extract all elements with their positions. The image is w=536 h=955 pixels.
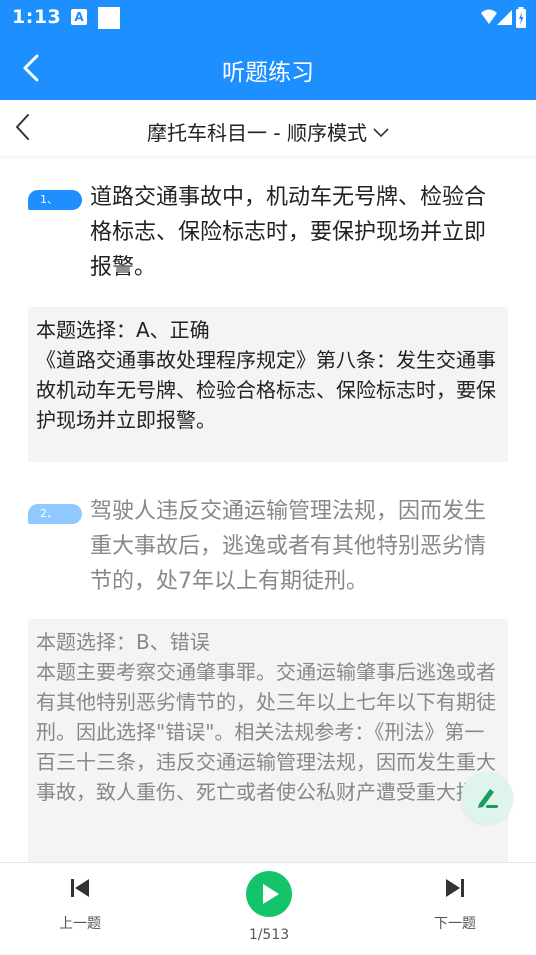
mode-selector-label: 摩托车科目一 - 顺序模式 bbox=[147, 121, 367, 145]
question-number-badge: 1、 bbox=[28, 190, 82, 210]
bottom-bar: 上一题 1/513 下一题 bbox=[0, 862, 536, 955]
next-question-button[interactable]: 下一题 bbox=[415, 877, 495, 933]
status-time: 1:13 bbox=[12, 6, 62, 28]
prev-question-button[interactable]: 上一题 bbox=[40, 877, 120, 933]
question-item: 2、 驾驶人违反交通运输管理法规，因而发生重大事故后，逃逸或者有其他特别恶劣情节… bbox=[28, 494, 508, 614]
pen-edit-icon bbox=[478, 789, 498, 808]
status-bar: 1:13 A bbox=[0, 0, 536, 36]
play-icon bbox=[263, 884, 279, 904]
answer-explanation-text: 本题主要考察交通肇事罪。交通运输肇事后逃逸或者有其他特别恶劣情节的，处三年以上七… bbox=[36, 660, 496, 804]
cell-signal-icon bbox=[497, 10, 512, 25]
question-list[interactable]: 1、 道路交通事故中，机动车无号牌、检验合格标志、保险标志时，要保护现场并立即报… bbox=[0, 156, 536, 862]
question-text: 驾驶人违反交通运输管理法规，因而发生重大事故后，逃逸或者有其他特别恶劣情节的，处… bbox=[90, 499, 487, 594]
answer-explanation: 本题选择：B、错误 本题主要考察交通肇事罪。交通运输肇事后逃逸或者有其他特别恶劣… bbox=[28, 619, 508, 862]
question-item: 1、 道路交通事故中，机动车无号牌、检验合格标志、保险标志时，要保护现场并立即报… bbox=[28, 180, 508, 300]
chevron-down-icon bbox=[373, 128, 389, 138]
skip-previous-icon bbox=[71, 879, 89, 897]
skip-next-icon bbox=[446, 879, 464, 897]
answer-choice: 本题选择：B、错误 bbox=[36, 630, 210, 654]
notification-a-icon: A bbox=[71, 9, 87, 25]
question-number-badge: 2、 bbox=[28, 504, 82, 524]
prev-question-label: 上一题 bbox=[59, 916, 101, 932]
notes-fab-button[interactable] bbox=[461, 772, 513, 824]
answer-explanation: 本题选择：A、正确 《道路交通事故处理程序规定》第八条：发生交通事故机动车无号牌… bbox=[28, 307, 508, 462]
mode-selector[interactable]: 摩托车科目一 - 顺序模式 bbox=[0, 117, 536, 146]
answer-choice: 本题选择：A、正确 bbox=[36, 318, 210, 342]
question-progress: 1/513 bbox=[248, 927, 290, 943]
play-button[interactable] bbox=[246, 871, 292, 917]
answer-explanation-text: 《道路交通事故处理程序规定》第八条：发生交通事故机动车无号牌、检验合格标志、保险… bbox=[36, 348, 496, 432]
mode-header: 摩托车科目一 - 顺序模式 bbox=[0, 100, 536, 156]
notification-square-icon bbox=[98, 7, 120, 29]
app-bar: 听题练习 bbox=[0, 36, 536, 100]
battery-icon bbox=[516, 7, 526, 28]
wifi-icon bbox=[481, 9, 497, 24]
next-question-label: 下一题 bbox=[434, 916, 476, 932]
page-title: 听题练习 bbox=[222, 60, 314, 86]
question-text: 道路交通事故中，机动车无号牌、检验合格标志、保险标志时，要保护现场并立即报警。 bbox=[90, 185, 487, 280]
playback-control: 1/513 bbox=[229, 871, 309, 943]
